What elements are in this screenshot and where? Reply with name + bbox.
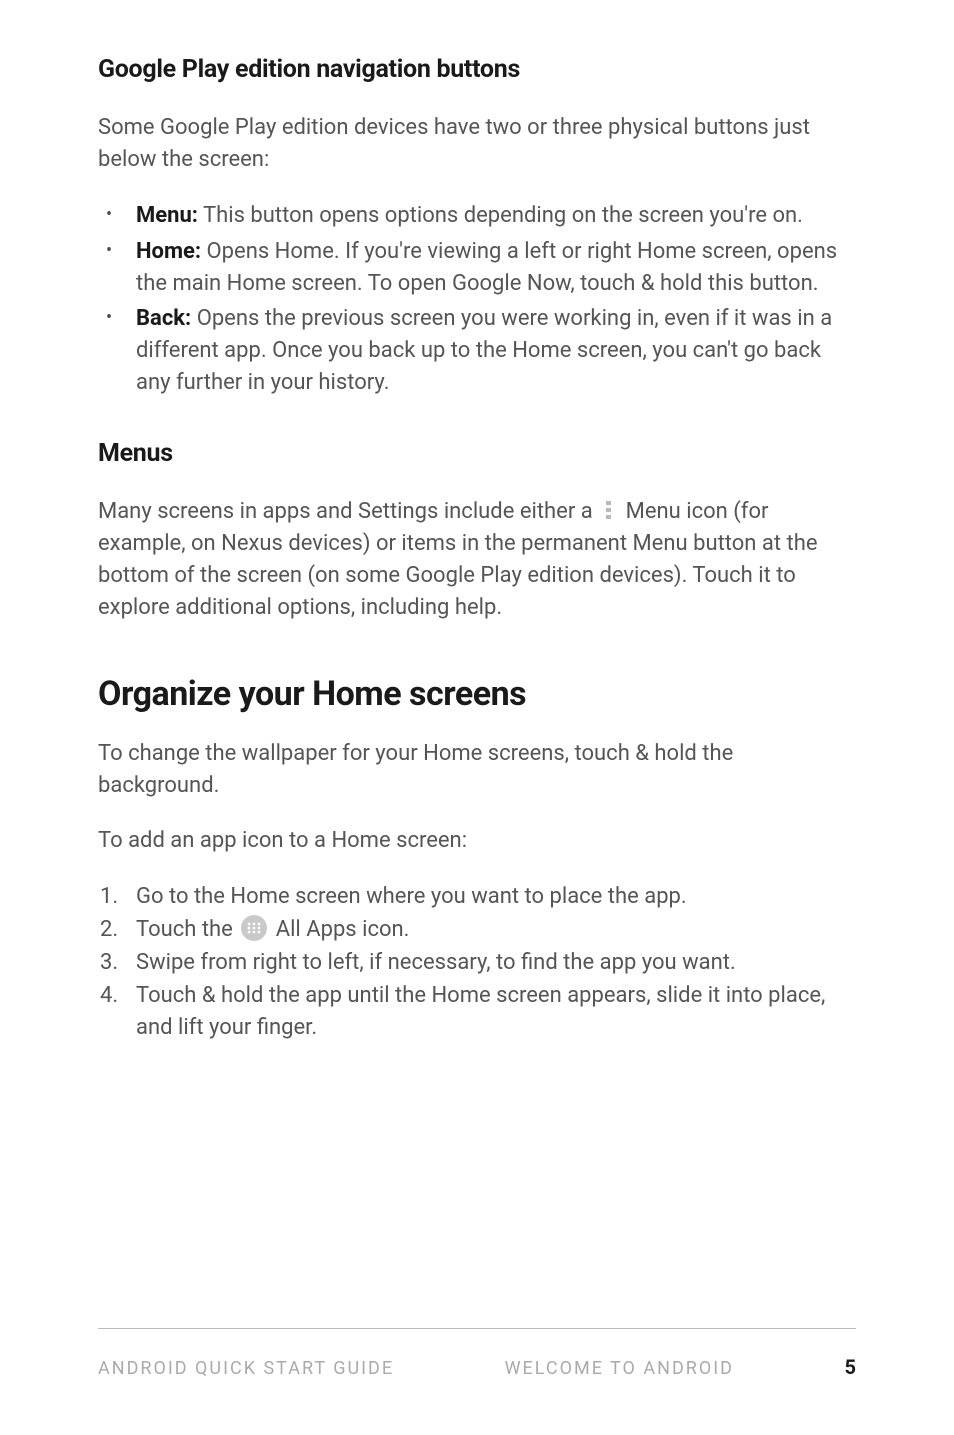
intro-paragraph: Some Google Play edition devices have tw… bbox=[98, 112, 856, 176]
step-text: Touch & hold the app until the Home scre… bbox=[136, 983, 825, 1040]
list-item-label: Back: bbox=[136, 306, 191, 331]
all-apps-icon bbox=[241, 915, 267, 941]
list-item: Back: Opens the previous screen you were… bbox=[98, 303, 856, 399]
list-item-label: Home: bbox=[136, 239, 201, 264]
page-footer: ANDROID QUICK START GUIDE WELCOME TO AND… bbox=[98, 1328, 856, 1379]
list-item: Touch & hold the app until the Home scre… bbox=[98, 980, 856, 1044]
list-item: Swipe from right to left, if necessary, … bbox=[98, 947, 856, 979]
page-number: 5 bbox=[845, 1355, 856, 1379]
step-text-before: Touch the bbox=[136, 917, 238, 942]
heading-nav-buttons: Google Play edition navigation buttons bbox=[98, 55, 856, 84]
add-app-intro-paragraph: To add an app icon to a Home screen: bbox=[98, 825, 856, 857]
footer-row: ANDROID QUICK START GUIDE WELCOME TO AND… bbox=[98, 1355, 856, 1379]
heading-organize-home: Organize your Home screens bbox=[98, 674, 856, 714]
footer-chapter-title: WELCOME TO ANDROID bbox=[505, 1358, 734, 1379]
list-item-text: Opens Home. If you're viewing a left or … bbox=[136, 239, 837, 296]
list-item-label: Menu: bbox=[136, 203, 198, 228]
ordered-list-steps: Go to the Home screen where you want to … bbox=[98, 881, 856, 1043]
footer-guide-title: ANDROID QUICK START GUIDE bbox=[98, 1358, 394, 1379]
footer-divider bbox=[98, 1328, 856, 1329]
menu-overflow-icon bbox=[602, 497, 616, 515]
menus-paragraph: Many screens in apps and Settings includ… bbox=[98, 496, 856, 624]
list-item: Go to the Home screen where you want to … bbox=[98, 881, 856, 913]
bullet-list-buttons: Menu: This button opens options dependin… bbox=[98, 200, 856, 399]
list-item-text: Opens the previous screen you were worki… bbox=[136, 306, 832, 395]
list-item: Touch the All Apps icon. bbox=[98, 914, 856, 946]
wallpaper-paragraph: To change the wallpaper for your Home sc… bbox=[98, 738, 856, 802]
step-text: Swipe from right to left, if necessary, … bbox=[136, 950, 736, 975]
list-item: Home: Opens Home. If you're viewing a le… bbox=[98, 236, 856, 300]
step-text-after: All Apps icon. bbox=[276, 917, 410, 942]
heading-menus: Menus bbox=[98, 439, 856, 468]
list-item-text: This button opens options depending on t… bbox=[198, 203, 803, 228]
step-text: Go to the Home screen where you want to … bbox=[136, 884, 687, 909]
text-before-menu-icon: Many screens in apps and Settings includ… bbox=[98, 499, 598, 524]
list-item: Menu: This button opens options dependin… bbox=[98, 200, 856, 232]
